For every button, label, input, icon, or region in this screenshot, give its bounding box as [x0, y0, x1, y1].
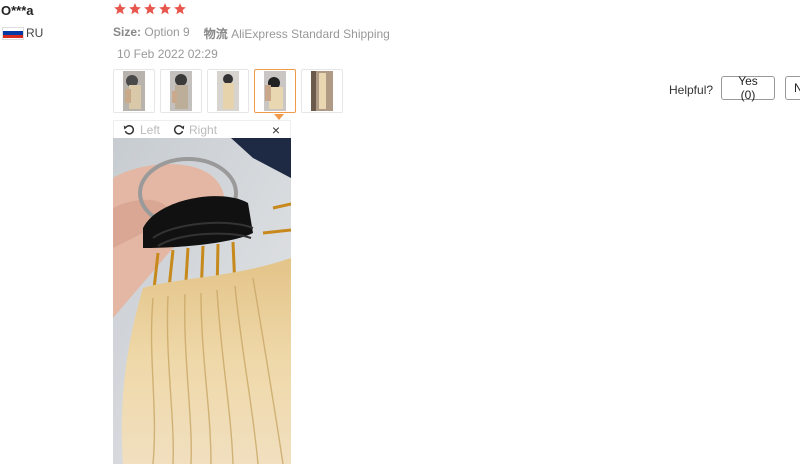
thumbnail-photo-1[interactable] — [113, 69, 155, 113]
size-value: Option 9 — [144, 25, 190, 39]
image-viewer-toolbar: Left Right × — [113, 120, 291, 138]
star-icon — [174, 3, 186, 15]
rotate-right-button[interactable]: Right — [172, 123, 217, 137]
thumbnail-photo-5[interactable] — [301, 69, 343, 113]
reviewer-name: O***a — [1, 3, 34, 18]
hair-photo-icon — [123, 71, 145, 111]
thumbnail-photo-4[interactable] — [254, 69, 296, 113]
review-photo-large[interactable] — [113, 138, 291, 464]
hair-photo-icon — [170, 71, 192, 111]
hair-color-ring-photo — [113, 138, 291, 464]
star-icon — [129, 3, 141, 15]
russia-flag-icon — [2, 26, 24, 40]
helpful-yes-button[interactable]: Yes (0) — [721, 74, 775, 102]
review-item: O***a RU Size: Option 9 物流 AliExpress St… — [0, 0, 800, 464]
rotate-right-icon — [173, 124, 185, 135]
shipping-label: 物流 — [203, 27, 228, 41]
country-code: RU — [26, 26, 44, 40]
star-rating — [113, 2, 187, 16]
photo-thumbnails — [113, 69, 343, 113]
star-icon — [159, 3, 171, 15]
hair-photo-icon — [217, 71, 239, 111]
hair-photo-icon — [311, 71, 333, 111]
star-icon — [114, 3, 126, 15]
thumbnail-photo-3[interactable] — [207, 69, 249, 113]
review-date: 10 Feb 2022 02:29 — [117, 47, 218, 61]
reviewer-country: RU — [2, 26, 43, 40]
rotate-left-icon — [123, 124, 135, 135]
rotate-left-button[interactable]: Left — [123, 123, 160, 137]
close-viewer-icon[interactable]: × — [272, 122, 280, 138]
size-label: Size: — [113, 25, 142, 39]
helpful-no-button[interactable]: N — [785, 76, 800, 100]
thumbnail-photo-2[interactable] — [160, 69, 202, 113]
rotate-right-label: Right — [189, 122, 218, 137]
rotate-left-label: Left — [140, 122, 161, 137]
star-icon — [144, 3, 156, 15]
hair-photo-icon — [264, 71, 286, 111]
shipping-value: AliExpress Standard Shipping — [231, 27, 390, 41]
order-info: Size: Option 9 物流 AliExpress Standard Sh… — [113, 25, 390, 42]
helpful-label: Helpful? — [669, 83, 714, 97]
